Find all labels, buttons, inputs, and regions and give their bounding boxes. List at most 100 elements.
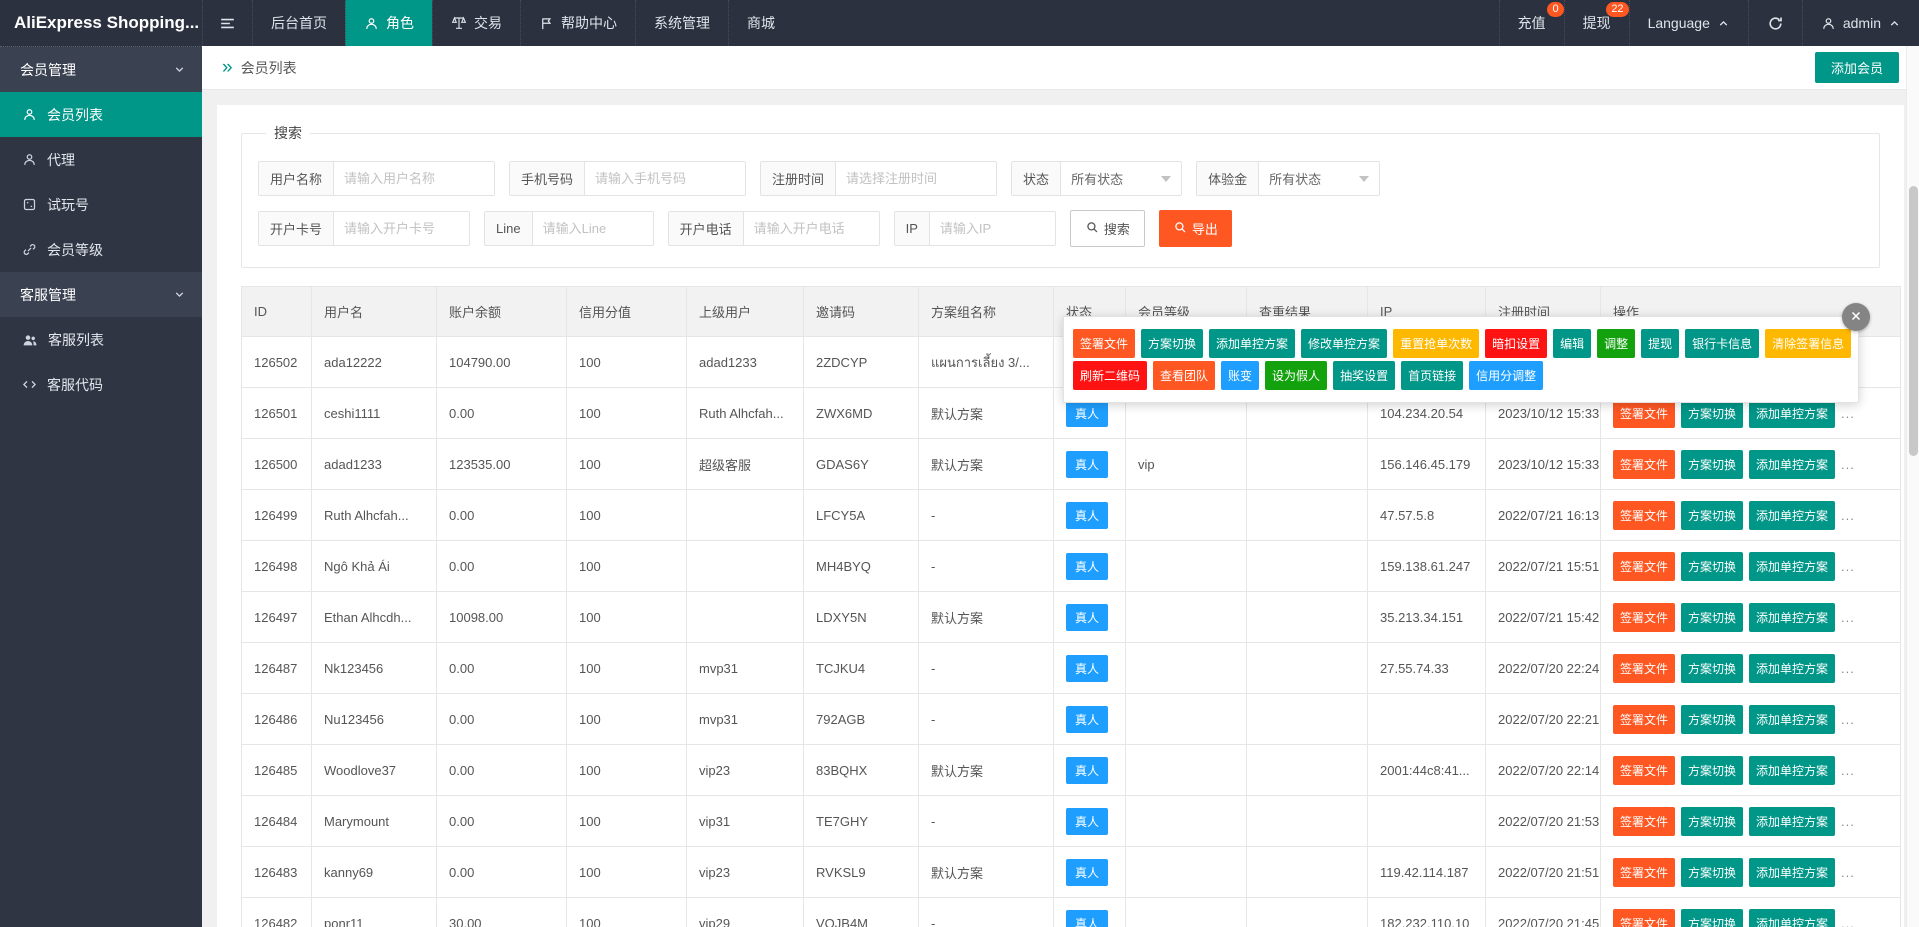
row-action-button[interactable]: 方案切换 <box>1681 551 1744 581</box>
search-row2-input-1[interactable] <box>532 212 653 245</box>
row-action-button[interactable]: 方案切换 <box>1681 704 1744 734</box>
row-action-button[interactable]: 签署文件 <box>1613 806 1676 836</box>
popup-action-button[interactable]: 查看团队 <box>1153 361 1216 390</box>
popup-action-button[interactable]: 方案切换 <box>1141 329 1204 358</box>
refresh-button[interactable] <box>1747 0 1802 46</box>
status-badge[interactable]: 真人 <box>1066 399 1109 427</box>
vertical-scrollbar[interactable] <box>1906 46 1919 927</box>
status-badge[interactable]: 真人 <box>1066 552 1109 580</box>
more-actions-button[interactable]: ... <box>1841 814 1855 829</box>
more-actions-button[interactable]: ... <box>1841 406 1855 421</box>
withdraw-menu-item[interactable]: 提现 22 <box>1563 0 1629 46</box>
popup-action-button[interactable]: 修改单控方案 <box>1301 329 1388 358</box>
sidebar-item-member-level[interactable]: 会员等级 <box>0 227 202 272</box>
more-actions-button[interactable]: ... <box>1841 763 1855 778</box>
row-action-button[interactable]: 添加单控方案 <box>1749 449 1836 479</box>
more-actions-button[interactable]: ... <box>1841 508 1855 523</box>
status-badge[interactable]: 真人 <box>1066 705 1109 733</box>
topbar-menu-home[interactable]: 后台首页 <box>252 0 345 46</box>
row-action-button[interactable]: 添加单控方案 <box>1749 500 1836 530</box>
status-badge[interactable]: 真人 <box>1066 501 1109 529</box>
topbar-menu-system[interactable]: 系统管理 <box>635 0 728 46</box>
topbar-menu-trade[interactable]: 交易 <box>432 0 520 46</box>
search-row1-input-1[interactable] <box>585 162 746 195</box>
scrollbar-thumb[interactable] <box>1909 186 1918 456</box>
status-badge[interactable]: 真人 <box>1066 858 1109 886</box>
status-badge[interactable]: 真人 <box>1066 909 1109 927</box>
popup-action-button[interactable]: 提现 <box>1641 329 1680 358</box>
search-row1-input-2[interactable] <box>836 162 997 195</box>
sidebar-group-0[interactable]: 会员管理 <box>0 47 202 92</box>
row-action-button[interactable]: 方案切换 <box>1681 653 1744 683</box>
row-action-button[interactable]: 方案切换 <box>1681 908 1744 927</box>
sidebar-item-member-list[interactable]: 会员列表 <box>0 92 202 137</box>
popup-action-button[interactable]: 调整 <box>1597 329 1636 358</box>
row-action-button[interactable]: 签署文件 <box>1613 857 1676 887</box>
topbar-menu-role[interactable]: 角色 <box>345 0 432 46</box>
popup-action-button[interactable]: 编辑 <box>1553 329 1592 358</box>
row-action-button[interactable]: 方案切换 <box>1681 806 1744 836</box>
more-actions-button[interactable]: ... <box>1841 916 1855 927</box>
row-action-button[interactable]: 方案切换 <box>1681 602 1744 632</box>
topbar-menu-help[interactable]: 帮助中心 <box>520 0 635 46</box>
row-action-button[interactable]: 方案切换 <box>1681 500 1744 530</box>
row-action-button[interactable]: 签署文件 <box>1613 704 1676 734</box>
row-action-button[interactable]: 添加单控方案 <box>1749 653 1836 683</box>
row-action-button[interactable]: 添加单控方案 <box>1749 857 1836 887</box>
sidebar-item-service-code[interactable]: 客服代码 <box>0 362 202 407</box>
row-action-button[interactable]: 添加单控方案 <box>1749 806 1836 836</box>
search-row1-input-0[interactable] <box>334 162 495 195</box>
popup-action-button[interactable]: 签署文件 <box>1073 329 1136 358</box>
popup-action-button[interactable]: 添加单控方案 <box>1209 329 1296 358</box>
row-action-button[interactable]: 签署文件 <box>1613 653 1676 683</box>
row-action-button[interactable]: 方案切换 <box>1681 857 1744 887</box>
language-dropdown[interactable]: Language <box>1628 0 1748 46</box>
popup-action-button[interactable]: 设为假人 <box>1265 361 1328 390</box>
popup-action-button[interactable]: 账变 <box>1221 361 1260 390</box>
search-row2-input-0[interactable] <box>334 212 470 245</box>
row-action-button[interactable]: 方案切换 <box>1681 755 1744 785</box>
add-member-button[interactable]: 添加会员 <box>1814 52 1899 83</box>
row-action-button[interactable]: 添加单控方案 <box>1749 551 1836 581</box>
sidebar-item-trial-account[interactable]: 试玩号 <box>0 182 202 227</box>
row-action-button[interactable]: 添加单控方案 <box>1749 755 1836 785</box>
popup-action-button[interactable]: 刷新二维码 <box>1073 361 1148 390</box>
more-actions-button[interactable]: ... <box>1841 661 1855 676</box>
more-actions-button[interactable]: ... <box>1841 865 1855 880</box>
row-action-button[interactable]: 签署文件 <box>1613 908 1676 927</box>
row-action-button[interactable]: 添加单控方案 <box>1749 602 1836 632</box>
sidebar-toggle-button[interactable] <box>202 0 252 46</box>
search-row1-select-3[interactable]: 所有状态 <box>1061 162 1181 195</box>
popup-action-button[interactable]: 清除签署信息 <box>1765 329 1852 358</box>
recharge-menu-item[interactable]: 充值 0 <box>1498 0 1564 46</box>
export-button[interactable]: 导出 <box>1158 210 1232 247</box>
status-badge[interactable]: 真人 <box>1066 756 1109 784</box>
user-dropdown[interactable]: admin <box>1801 0 1919 46</box>
row-action-button[interactable]: 添加单控方案 <box>1749 704 1836 734</box>
sidebar-item-agent[interactable]: 代理 <box>0 137 202 182</box>
popup-action-button[interactable]: 首页链接 <box>1401 361 1464 390</box>
row-action-button[interactable]: 签署文件 <box>1613 500 1676 530</box>
search-row2-input-3[interactable] <box>929 212 1055 245</box>
search-row2-input-2[interactable] <box>743 212 879 245</box>
status-badge[interactable]: 真人 <box>1066 654 1109 682</box>
more-actions-button[interactable]: ... <box>1841 610 1855 625</box>
popup-action-button[interactable]: 信用分调整 <box>1469 361 1544 390</box>
status-badge[interactable]: 真人 <box>1066 807 1109 835</box>
row-action-button[interactable]: 签署文件 <box>1613 449 1676 479</box>
more-actions-button[interactable]: ... <box>1841 559 1855 574</box>
popup-action-button[interactable]: 重置抢单次数 <box>1393 329 1480 358</box>
popup-action-button[interactable]: 暗扣设置 <box>1485 329 1548 358</box>
row-action-button[interactable]: 方案切换 <box>1681 449 1744 479</box>
more-actions-button[interactable]: ... <box>1841 457 1855 472</box>
search-row1-select-4[interactable]: 所有状态 <box>1259 162 1379 195</box>
row-action-button[interactable]: 签署文件 <box>1613 755 1676 785</box>
sidebar-item-service-list[interactable]: 客服列表 <box>0 317 202 362</box>
topbar-menu-mall[interactable]: 商城 <box>728 0 793 46</box>
popup-close-button[interactable] <box>1842 303 1870 331</box>
search-button[interactable]: 搜索 <box>1069 210 1145 247</box>
row-action-button[interactable]: 签署文件 <box>1613 551 1676 581</box>
popup-action-button[interactable]: 抽奖设置 <box>1333 361 1396 390</box>
popup-action-button[interactable]: 银行卡信息 <box>1685 329 1760 358</box>
row-action-button[interactable]: 签署文件 <box>1613 602 1676 632</box>
